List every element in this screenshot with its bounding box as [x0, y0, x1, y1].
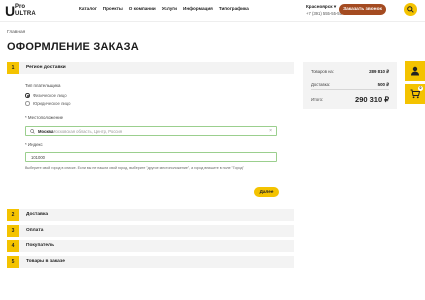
step-delivery-header[interactable]: 2 Доставка — [7, 209, 294, 221]
step-label: Регион доставки — [26, 65, 66, 70]
payer-type-label: Тип плательщика — [25, 83, 61, 88]
cart-button[interactable]: 0 — [405, 84, 425, 104]
summary-total-row: Итого: 290 310 ₽ — [311, 94, 389, 104]
location-hint: Выберите свой город в списке. Если вы не… — [25, 166, 244, 170]
index-label: * Индекс — [25, 142, 43, 147]
radio-button[interactable] — [25, 101, 30, 106]
radio-label: Юридическое лицо — [33, 100, 71, 106]
summary-goods-label: Товаров на: — [311, 69, 334, 74]
search-button[interactable] — [404, 3, 417, 16]
main-nav: Каталог Проекты О компании Услуги Информ… — [79, 6, 249, 11]
step-label: Оплата — [26, 228, 44, 233]
location-label: * Местоположение — [25, 115, 64, 120]
location-region: Московская область, Центр, Россия — [52, 129, 122, 134]
summary-total-label: Итого: — [311, 97, 324, 102]
summary-goods-value: 289 810 ₽ — [369, 69, 389, 74]
city-selector[interactable]: Красноярск ▾ — [306, 4, 336, 9]
step-number: 5 — [7, 256, 19, 268]
nav-item-catalog[interactable]: Каталог — [79, 6, 97, 11]
search-icon — [30, 129, 35, 135]
step-region-header[interactable]: 1 Регион доставки — [7, 62, 294, 74]
radio-button[interactable] — [25, 93, 30, 98]
nav-item-info[interactable]: Информация — [183, 6, 213, 11]
radio-label: Физическое лицо — [33, 92, 67, 98]
order-call-button[interactable]: Заказать звонок — [339, 4, 386, 15]
logo-letter: U — [5, 3, 16, 19]
cart-count-badge: 0 — [418, 86, 423, 91]
nav-item-typography[interactable]: Типографика — [219, 6, 249, 11]
step-items-header[interactable]: 5 Товары в заказе — [7, 256, 294, 268]
order-summary: Товаров на: 289 810 ₽ Доставка: 500 ₽ Ит… — [303, 62, 397, 109]
summary-goods-row: Товаров на: 289 810 ₽ — [311, 69, 389, 75]
step-payment-header[interactable]: 3 Оплата — [7, 225, 294, 237]
site-header: U Pro ULTRA Каталог Проекты О компании У… — [0, 0, 425, 22]
index-input[interactable]: 101000 — [25, 152, 277, 162]
step-number: 1 — [7, 62, 19, 74]
step-label: Доставка — [26, 212, 49, 217]
summary-delivery-value: 500 ₽ — [377, 82, 389, 87]
step-number: 3 — [7, 225, 19, 237]
clear-icon[interactable]: × — [269, 127, 272, 136]
page-title: ОФОРМЛЕНИЕ ЗАКАЗА — [7, 41, 139, 53]
nav-item-projects[interactable]: Проекты — [103, 6, 123, 11]
user-icon — [411, 66, 419, 76]
summary-delivery-label: Доставка: — [311, 82, 331, 87]
step-buyer-header[interactable]: 4 Покупатель — [7, 240, 294, 252]
summary-total-value: 290 310 ₽ — [355, 94, 389, 104]
account-button[interactable] — [405, 61, 425, 81]
logo[interactable]: U Pro ULTRA — [5, 4, 39, 18]
summary-delivery-row: Доставка: 500 ₽ — [311, 82, 389, 88]
summary-divider — [311, 89, 389, 90]
logo-ultra: ULTRA — [15, 11, 36, 17]
step-number: 4 — [7, 240, 19, 252]
nav-item-services[interactable]: Услуги — [162, 6, 177, 11]
logo-pro: Pro — [15, 4, 26, 10]
step-number: 2 — [7, 209, 19, 221]
search-icon — [407, 6, 414, 13]
location-city: Москва — [38, 129, 54, 134]
step-label: Товары в заказе — [26, 259, 65, 264]
location-input[interactable]: Москва Московская область, Центр, Россия… — [25, 126, 277, 136]
next-button[interactable]: Далее — [254, 187, 279, 197]
breadcrumb[interactable]: Главная — [7, 30, 25, 36]
step-label: Покупатель — [26, 243, 55, 248]
phone-number[interactable]: +7 (391) 555-55-55 — [306, 11, 342, 16]
nav-item-about[interactable]: О компании — [129, 6, 156, 11]
